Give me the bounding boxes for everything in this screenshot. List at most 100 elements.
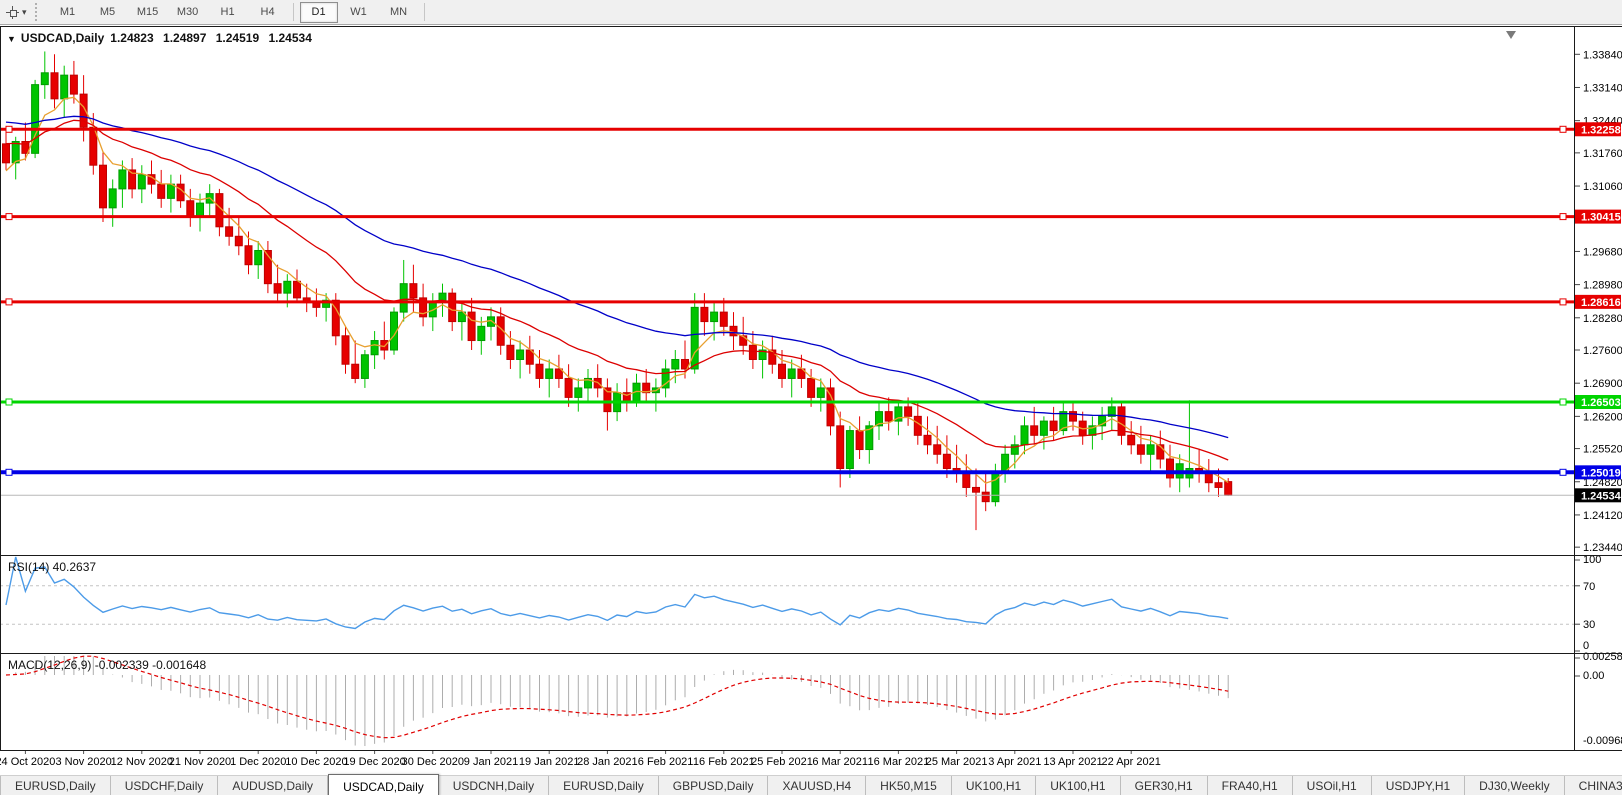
- svg-text:30: 30: [1583, 619, 1595, 631]
- toolbar-grip-handle[interactable]: [35, 3, 42, 21]
- svg-text:1.28280: 1.28280: [1583, 313, 1622, 325]
- svg-text:9 Jan 2021: 9 Jan 2021: [464, 756, 518, 768]
- symbol-tab-usdcad-daily[interactable]: USDCAD,Daily: [328, 774, 439, 795]
- svg-text:1.31760: 1.31760: [1583, 148, 1622, 160]
- svg-text:13 Apr 2021: 13 Apr 2021: [1043, 756, 1102, 768]
- symbol-tab-audusd-daily[interactable]: AUDUSD,Daily: [218, 776, 328, 795]
- mt4-workspace: ▾ M1M5M15M30H1H4 D1W1MN ▼ USDCAD,Daily 1.24…: [0, 0, 1622, 795]
- svg-text:21 Nov 2020: 21 Nov 2020: [169, 756, 231, 768]
- macd-chart-surface[interactable]: [0, 655, 1574, 750]
- main-chart-surface[interactable]: [0, 26, 1574, 555]
- ohlc-open: 1.24823: [110, 31, 153, 45]
- symbol-tab-usdchf-daily[interactable]: USDCHF,Daily: [111, 776, 219, 795]
- svg-text:19 Jan 2021: 19 Jan 2021: [519, 756, 580, 768]
- toolbar-separator: [293, 3, 294, 21]
- symbol-tabs: EURUSD,DailyUSDCHF,DailyAUDUSD,DailyUSDC…: [0, 776, 1622, 795]
- timeframe-button-h4[interactable]: H4: [249, 2, 287, 23]
- rsi-chart-surface[interactable]: [0, 557, 1574, 653]
- symbol-tab-eurusd-daily[interactable]: EURUSD,Daily: [0, 776, 111, 795]
- svg-text:1.26503: 1.26503: [1581, 397, 1621, 409]
- svg-text:1.24534: 1.24534: [1581, 490, 1622, 502]
- symbol-tab-fra40-h1[interactable]: FRA40,H1: [1208, 776, 1293, 795]
- symbol-tab-uk100-h1[interactable]: UK100,H1: [1036, 776, 1120, 795]
- timeframe-button-group: M1M5M15M30H1H4 D1W1MN: [48, 2, 430, 23]
- symbol-tab-uk100-h1[interactable]: UK100,H1: [952, 776, 1036, 795]
- symbol-tab-gbpusd-daily[interactable]: GBPUSD,Daily: [659, 776, 769, 795]
- price-level-label: 1.24534: [1575, 488, 1622, 502]
- chevron-down-icon[interactable]: ▾: [22, 7, 27, 18]
- symbol-tab-ger30-h1[interactable]: GER30,H1: [1121, 776, 1208, 795]
- svg-text:12 Nov 2020: 12 Nov 2020: [111, 756, 173, 768]
- timeframe-button-m15[interactable]: M15: [129, 2, 167, 23]
- toolbar-separator: [424, 3, 425, 21]
- svg-text:24 Oct 2020: 24 Oct 2020: [0, 756, 55, 768]
- toolbar: ▾ M1M5M15M30H1H4 D1W1MN: [0, 0, 1622, 25]
- price-level-label: 1.30415: [1575, 210, 1621, 224]
- cursor-tool-button[interactable]: ▾: [2, 2, 31, 22]
- macd-indicator-label: MACD(12,26,9) -0.002339 -0.001648: [8, 658, 206, 672]
- timeframe-button-h1[interactable]: H1: [209, 2, 247, 23]
- svg-text:30 Dec 2020: 30 Dec 2020: [402, 756, 464, 768]
- timeframe-button-m5[interactable]: M5: [89, 2, 127, 23]
- timeframe-button-w1[interactable]: W1: [340, 2, 378, 23]
- svg-text:0.00258: 0.00258: [1583, 651, 1622, 663]
- ohlc-low: 1.24519: [216, 31, 259, 45]
- svg-text:6 Feb 2021: 6 Feb 2021: [638, 756, 694, 768]
- symbol-tab-dj30-weekly[interactable]: DJ30,Weekly: [1465, 776, 1564, 795]
- svg-text:1.24120: 1.24120: [1583, 510, 1622, 522]
- chart-canvas[interactable]: 1.338401.331401.324401.317601.310601.296…: [0, 0, 1622, 795]
- svg-text:10 Dec 2020: 10 Dec 2020: [285, 756, 347, 768]
- svg-text:1.33840: 1.33840: [1583, 49, 1622, 61]
- svg-text:1.26900: 1.26900: [1583, 378, 1622, 390]
- symbol-tab-usoil-h1[interactable]: USOil,H1: [1293, 776, 1372, 795]
- svg-text:16 Mar 2021: 16 Mar 2021: [868, 756, 930, 768]
- svg-text:6 Mar 2021: 6 Mar 2021: [812, 756, 868, 768]
- svg-text:1.31060: 1.31060: [1583, 181, 1622, 193]
- svg-text:25 Feb 2021: 25 Feb 2021: [751, 756, 813, 768]
- symbol-tab-hk50-m15[interactable]: HK50,M15: [866, 776, 952, 795]
- svg-text:1.28616: 1.28616: [1581, 297, 1621, 309]
- svg-text:1.23440: 1.23440: [1583, 542, 1622, 554]
- rsi-indicator-label: RSI(14) 40.2637: [8, 560, 96, 574]
- svg-text:1.30415: 1.30415: [1581, 212, 1621, 224]
- svg-text:1.25520: 1.25520: [1583, 444, 1622, 456]
- symbol-tab-usdjpy-h1[interactable]: USDJPY,H1: [1372, 776, 1465, 795]
- svg-text:1.33140: 1.33140: [1583, 82, 1622, 94]
- symbol-tab-eurusd-daily[interactable]: EURUSD,Daily: [549, 776, 659, 795]
- svg-text:1.29680: 1.29680: [1583, 246, 1622, 258]
- timeframe-button-d1[interactable]: D1: [300, 2, 338, 23]
- svg-text:22 Apr 2021: 22 Apr 2021: [1102, 756, 1161, 768]
- symbol-tab-china300-h1[interactable]: CHINA300,H1: [1565, 776, 1622, 795]
- timeframe-button-m30[interactable]: M30: [169, 2, 207, 23]
- crosshair-icon: [6, 6, 19, 19]
- price-level-label: 1.32258: [1575, 122, 1621, 136]
- svg-text:1.25019: 1.25019: [1581, 467, 1621, 479]
- svg-text:16 Feb 2021: 16 Feb 2021: [693, 756, 755, 768]
- timeframe-button-m1[interactable]: M1: [49, 2, 87, 23]
- price-level-label: 1.26503: [1575, 395, 1621, 409]
- chart-title: ▼ USDCAD,Daily 1.24823 1.24897 1.24519 1.2…: [7, 31, 312, 45]
- svg-text:0.00: 0.00: [1583, 670, 1604, 682]
- symbol-tab-bar: EURUSD,DailyUSDCHF,DailyAUDUSD,DailyUSDC…: [0, 775, 1622, 795]
- svg-text:3 Nov 2020: 3 Nov 2020: [55, 756, 111, 768]
- timeframe-button-mn[interactable]: MN: [380, 2, 418, 23]
- ohlc-high: 1.24897: [163, 31, 206, 45]
- chart-menu-icon[interactable]: ▼: [7, 34, 16, 44]
- svg-text:1.26200: 1.26200: [1583, 411, 1622, 423]
- symbol-tab-usdcnh-daily[interactable]: USDCNH,Daily: [439, 776, 549, 795]
- svg-text:1.27600: 1.27600: [1583, 345, 1622, 357]
- price-level-label: 1.28616: [1575, 295, 1621, 309]
- svg-text:70: 70: [1583, 581, 1595, 593]
- svg-text:19 Dec 2020: 19 Dec 2020: [343, 756, 405, 768]
- chart-symbol-label: USDCAD,Daily: [21, 31, 104, 45]
- ohlc-close: 1.24534: [268, 31, 311, 45]
- svg-text:25 Mar 2021: 25 Mar 2021: [926, 756, 988, 768]
- svg-text:-0.009687: -0.009687: [1583, 735, 1622, 747]
- svg-text:28 Jan 2021: 28 Jan 2021: [577, 756, 638, 768]
- svg-text:3 Apr 2021: 3 Apr 2021: [988, 756, 1041, 768]
- date-axis[interactable]: 24 Oct 20203 Nov 202012 Nov 202021 Nov 2…: [0, 750, 1161, 768]
- svg-text:1.28980: 1.28980: [1583, 280, 1622, 292]
- svg-text:1.32258: 1.32258: [1581, 124, 1621, 136]
- symbol-tab-xauusd-h4[interactable]: XAUUSD,H4: [768, 776, 866, 795]
- svg-text:1 Dec 2020: 1 Dec 2020: [230, 756, 286, 768]
